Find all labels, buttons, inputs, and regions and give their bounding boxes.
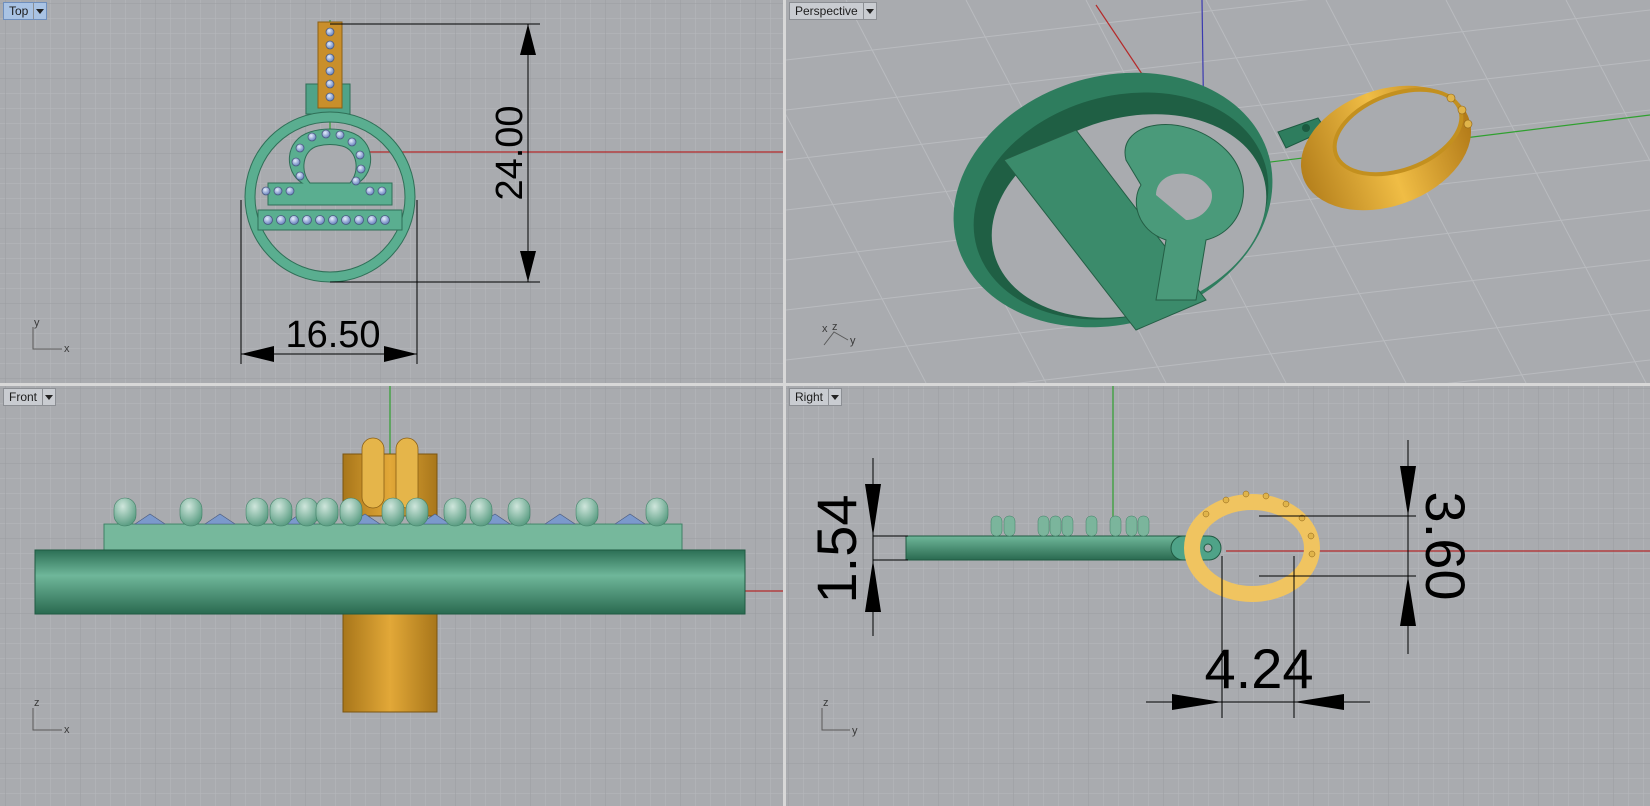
right-scene: 1.54 3.60 4.24 z y — [786, 386, 1650, 806]
viewport-name: Top — [9, 4, 29, 18]
front-scene: z x — [0, 386, 783, 806]
gold-bail-front-lower — [342, 613, 438, 713]
axis-label-z: z — [832, 321, 838, 333]
dim-ring-width-text: 4.24 — [1205, 637, 1314, 700]
viewport-title-top[interactable]: Top — [3, 2, 48, 20]
viewport-name: Perspective — [795, 4, 858, 18]
viewport-right[interactable]: 1.54 3.60 4.24 z y Right — [786, 386, 1650, 806]
dim-height-text: 24.00 — [489, 105, 531, 200]
viewport-top[interactable]: 24.00 16.50 y x Top — [0, 0, 783, 383]
axis-label-y: y — [850, 335, 856, 347]
pendant-body-front — [34, 549, 746, 615]
pendant-body-side — [905, 535, 1207, 561]
viewport-title-right[interactable]: Right — [789, 388, 843, 406]
axis-label-z: z — [823, 697, 829, 709]
axis-label-x: x — [64, 724, 70, 736]
axis-label-z: z — [34, 697, 40, 709]
top-scene: 24.00 16.50 y x — [0, 0, 783, 383]
chevron-down-icon[interactable] — [862, 3, 876, 19]
dim-thickness-text: 1.54 — [805, 495, 868, 604]
viewport-front[interactable]: z x Front — [0, 386, 783, 806]
perspective-scene: x z y — [786, 0, 1650, 383]
chevron-down-icon[interactable] — [33, 3, 46, 19]
axis-label-y: y — [852, 725, 858, 737]
dim-ring-height-text: 3.60 — [1414, 492, 1477, 601]
dim-width-text: 16.50 — [285, 314, 380, 356]
chevron-down-icon[interactable] — [828, 389, 841, 405]
viewport-name: Right — [795, 390, 824, 404]
chevron-down-icon[interactable] — [42, 389, 55, 405]
axis-label-x: x — [64, 343, 70, 355]
axis-label-x: x — [822, 323, 828, 335]
axis-label-y: y — [34, 317, 40, 329]
viewport-title-front[interactable]: Front — [3, 388, 57, 406]
viewport-name: Front — [9, 390, 38, 404]
viewport-title-perspective[interactable]: Perspective — [789, 2, 877, 20]
viewport-perspective[interactable]: x z y Perspective — [786, 0, 1650, 383]
